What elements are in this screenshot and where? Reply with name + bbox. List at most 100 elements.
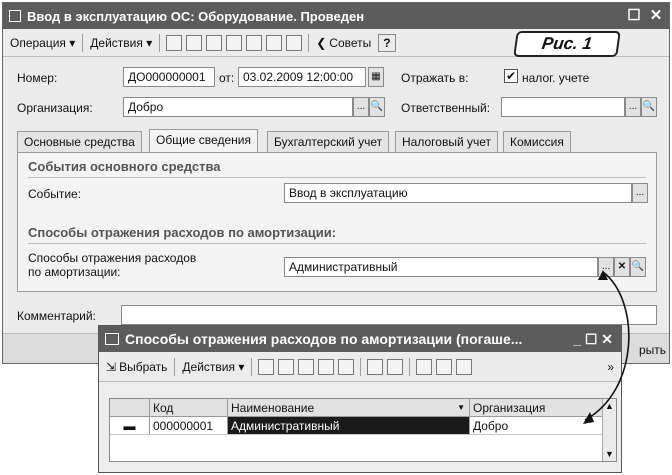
organization-select-button[interactable]: ... [353,97,369,117]
scroll-up-icon[interactable]: ▲ [603,399,616,413]
comment-label: Комментарий: [17,309,96,323]
column-header-name-label: Наименование [231,401,315,415]
maximize-icon[interactable]: ☐ [625,7,643,25]
sort-icon: ▼ [457,403,465,412]
select-button[interactable]: ⇲ Выбрать [103,356,170,378]
operation-menu-button[interactable]: Операция ▾ [7,32,78,54]
cell-code[interactable]: 000000001 [150,417,228,434]
tax-checkbox[interactable]: ✔ [504,69,518,83]
organization-open-icon[interactable]: 🔍 [369,97,385,117]
tab-commission[interactable]: Комиссия [503,131,571,152]
toolbar-separator [308,33,310,52]
number-label: Номер: [17,71,58,85]
selection-toolbar: ⇲ Выбрать Действия ▾ » [99,352,621,382]
events-section-title: События основного средства [28,159,221,174]
divider [28,177,646,178]
toolbar-separator [82,33,84,52]
select-icon: ⇲ [106,359,117,374]
main-window-titlebar[interactable]: Ввод в эксплуатацию ОС: Оборудование. Пр… [3,3,669,29]
window-app-icon [9,10,21,22]
print-icon[interactable] [286,34,303,51]
tips-button[interactable]: ❮ Советы [313,32,374,54]
organization-field[interactable]: Добро [123,97,353,117]
date-from-label: от: [219,71,235,85]
methods-field[interactable]: Административный [284,257,598,277]
methods-label-line1: Способы отражения расходов [28,251,197,265]
close-button-partial[interactable]: рыть [639,343,666,357]
column-header-code[interactable]: Код [150,399,228,416]
number-field[interactable]: ДО000000001 [123,67,215,87]
hierarchy-icon[interactable] [367,358,384,375]
tab-tax-accounting[interactable]: Налоговый учет [395,131,498,152]
delete-icon[interactable] [338,358,355,375]
responsible-open-icon[interactable]: 🔍 [641,97,657,117]
toolbar-overflow-button[interactable]: » [604,356,617,378]
toolbar-separator [174,357,176,376]
cell-name-selected[interactable]: Административный [228,417,470,434]
toolbar-separator [360,357,362,376]
figure-badge-text: Рис. 1 [540,34,594,53]
main-window-title: Ввод в эксплуатацию ОС: Оборудование. Пр… [27,8,365,24]
tab-strip: Основные средства Общие сведения Бухгалт… [17,129,657,153]
add-icon[interactable] [258,358,275,375]
tips-label: Советы [329,35,372,50]
grid-header: Код Наименование ▼ Организация [110,399,602,417]
selection-grid: Код Наименование ▼ Организация ▬ 0000000… [109,398,617,462]
methods-section-title: Способы отражения расходов по амортизаци… [28,225,337,240]
event-select-button[interactable]: ... [632,183,648,203]
methods-select-button[interactable]: ... [598,257,614,277]
filter-icon[interactable] [416,358,433,375]
filter-clear-icon[interactable] [436,358,453,375]
tab-accounting[interactable]: Бухгалтерский учет [267,131,390,152]
reflect-label: Отражать в: [401,71,469,85]
tab-general-info[interactable]: Общие сведения [149,129,258,152]
event-label: Событие: [28,187,82,201]
selection-window-titlebar[interactable]: Способы отражения расходов по амортизаци… [99,326,621,352]
posting-icon[interactable] [266,34,283,51]
responsible-label: Ответственный: [401,101,491,115]
select-label: Выбрать [119,359,168,374]
close-icon[interactable]: ✕ [647,7,665,25]
grid-header-marker [110,399,150,416]
event-field[interactable]: Ввод в эксплуатацию [284,183,632,203]
methods-clear-icon[interactable]: ✕ [614,257,630,277]
scroll-down-icon[interactable]: ▼ [603,447,616,461]
responsible-field[interactable] [501,97,625,117]
move-icon[interactable] [166,34,183,51]
tab-panel: События основного средства Событие: Ввод… [17,152,657,292]
edit-icon[interactable] [318,358,335,375]
more-icon[interactable] [456,358,473,375]
divider [28,243,646,244]
comment-field[interactable] [121,305,657,325]
calendar-icon[interactable]: ▦ [368,67,384,87]
column-header-organization[interactable]: Организация [470,399,602,416]
column-header-name[interactable]: Наименование ▼ [228,399,470,416]
main-window: Ввод в эксплуатацию ОС: Оборудование. Пр… [2,2,670,364]
table-row[interactable]: ▬ 000000001 Административный Добро [110,417,602,435]
tips-icon: ❮ [316,35,327,50]
responsible-select-button[interactable]: ... [625,97,641,117]
selection-window-title: Способы отражения расходов по амортизаци… [125,331,523,347]
structure-icon[interactable] [186,34,203,51]
copy-icon[interactable] [298,358,315,375]
tab-fixed-assets[interactable]: Основные средства [17,131,142,152]
row-marker-icon: ▬ [110,417,150,434]
actions-menu-button[interactable]: Действия ▾ [87,32,155,54]
window-controls[interactable]: _ ☐ ✕ [573,331,613,348]
document-icon[interactable] [226,34,243,51]
cell-organization[interactable]: Добро [470,417,602,434]
vertical-scrollbar[interactable]: ▲ ▼ [602,399,616,461]
copy-icon[interactable] [206,34,223,51]
help-button[interactable]: ? [378,33,396,52]
toolbar-separator [251,357,253,376]
date-field[interactable]: 03.02.2009 12:00:00 [238,67,366,87]
report-icon[interactable] [246,34,263,51]
selection-actions-button[interactable]: Действия ▾ [179,356,247,378]
methods-label-line2: по амортизации: [28,265,121,279]
methods-open-icon[interactable]: 🔍 [630,257,646,277]
refresh-icon[interactable] [387,358,404,375]
tax-checkbox-label: налог. учете [522,71,590,85]
figure-badge: Рис. 1 [513,31,621,57]
add-group-icon[interactable] [278,358,295,375]
organization-label: Организация: [17,101,93,115]
